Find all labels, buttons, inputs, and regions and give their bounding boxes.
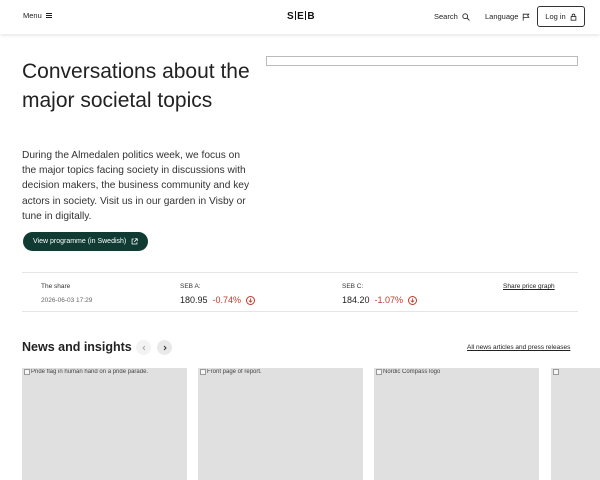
- share-label: The share: [41, 283, 71, 290]
- view-programme-button[interactable]: View programme (in Swedish): [23, 232, 149, 251]
- carousel-next-button[interactable]: [157, 340, 172, 355]
- cta-label: View programme (in Swedish): [33, 238, 127, 245]
- hamburger-icon: [45, 13, 52, 18]
- broken-image-icon: [376, 369, 382, 375]
- stock-price: 180.95: [180, 295, 208, 305]
- search-label: Search: [434, 12, 458, 21]
- seb-logo[interactable]: SEB: [287, 11, 315, 22]
- hero-title: Conversations about the major societal t…: [22, 60, 250, 112]
- stock-price: 184.20: [342, 295, 370, 305]
- card-image: [553, 369, 560, 375]
- stock-quote-c: 184.20 -1.07%: [342, 295, 418, 305]
- flag-icon: [523, 13, 530, 21]
- share-timestamp: 2026-06-03 17:29: [41, 297, 93, 304]
- image-alt-text: Nordic Compass logo: [383, 369, 441, 375]
- lock-icon: [570, 13, 577, 21]
- carousel-prev-button[interactable]: [136, 340, 151, 355]
- stock-name-a: SEB A:: [180, 283, 201, 290]
- language-button[interactable]: Language: [485, 12, 530, 21]
- news-card[interactable]: Nordic Compass logo: [374, 368, 539, 480]
- card-image: Front page of report.: [200, 369, 262, 375]
- broken-image-icon: [200, 369, 206, 375]
- login-label: Log in: [545, 12, 566, 21]
- hero-image: [266, 56, 578, 66]
- language-label: Language: [485, 12, 519, 21]
- menu-button[interactable]: Menu: [23, 11, 52, 20]
- search-button[interactable]: Search: [434, 12, 470, 21]
- menu-label: Menu: [23, 11, 42, 20]
- stock-quote-a: 180.95 -0.74%: [180, 295, 256, 305]
- image-alt-text: Pride flag in human hand on a pride para…: [31, 369, 149, 375]
- arrow-down-icon: [408, 295, 418, 305]
- chevron-left-icon: [141, 345, 145, 350]
- card-image: Nordic Compass logo: [376, 369, 440, 375]
- news-section-title: News and insights: [22, 340, 132, 354]
- stock-change: -0.74%: [212, 295, 242, 305]
- share-price-panel: The share 2026-06-03 17:29 SEB A: 180.95…: [22, 272, 578, 312]
- search-icon: [462, 12, 470, 21]
- external-link-icon: [131, 238, 138, 245]
- news-card[interactable]: [551, 368, 600, 480]
- image-alt-text: Front page of report.: [207, 369, 262, 375]
- news-card[interactable]: Front page of report.: [198, 368, 363, 480]
- broken-image-icon: [24, 369, 30, 375]
- card-image: Pride flag in human hand on a pride para…: [24, 369, 148, 375]
- hero-description: During the Almedalen politics week, we f…: [22, 150, 250, 222]
- news-card[interactable]: Pride flag in human hand on a pride para…: [22, 368, 187, 480]
- stock-name-c: SEB C:: [342, 283, 364, 290]
- site-header: Menu SEB Search Language Log in: [0, 0, 600, 34]
- login-button[interactable]: Log in: [537, 6, 585, 27]
- share-price-graph-link[interactable]: Share price graph: [503, 283, 555, 290]
- all-news-link[interactable]: All news articles and press releases: [467, 344, 570, 351]
- stock-change: -1.07%: [374, 295, 404, 305]
- broken-image-icon: [553, 369, 559, 375]
- arrow-down-icon: [246, 295, 256, 305]
- chevron-right-icon: [163, 345, 167, 350]
